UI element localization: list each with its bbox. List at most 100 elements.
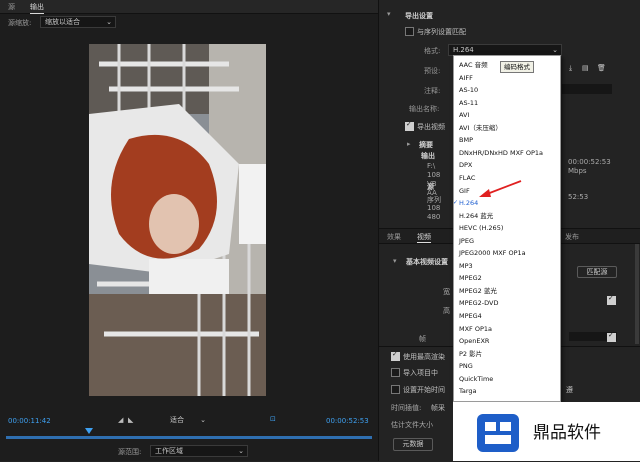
summary-toggle-icon[interactable]: ▸ bbox=[407, 140, 411, 148]
duration-timecode: 00:00:52:53 bbox=[326, 417, 369, 425]
source-scaling-select[interactable]: 缩放以适合 ⌄ bbox=[40, 16, 116, 28]
time-interpolation-label: 时间插值: bbox=[391, 404, 422, 412]
tab-effects[interactable]: 效果 bbox=[387, 232, 401, 242]
chevron-down-icon: ⌄ bbox=[552, 46, 558, 54]
mark-out-icon[interactable]: ◣ bbox=[128, 416, 133, 424]
chevron-down-icon: ⌄ bbox=[200, 416, 206, 424]
format-option[interactable]: JPEG2000 MXF OP1a bbox=[454, 247, 560, 260]
source-scaling-label: 源缩放: bbox=[8, 19, 32, 27]
output-line: F:\ bbox=[427, 162, 436, 170]
frame-rate-label: 帧 bbox=[419, 335, 426, 343]
max-render-checkbox[interactable] bbox=[391, 350, 400, 361]
match-source-button[interactable]: 匹配源 bbox=[577, 266, 617, 278]
collapse-icon[interactable]: ▾ bbox=[393, 257, 397, 265]
import-project-checkbox[interactable] bbox=[391, 368, 400, 377]
import-project-label: 导入项目中 bbox=[403, 369, 438, 377]
format-option[interactable]: AVI bbox=[454, 109, 560, 122]
source-range-label: 源范围: bbox=[118, 448, 142, 456]
tab-publish[interactable]: 发布 bbox=[565, 232, 579, 242]
summary-label: 摘要 bbox=[419, 141, 433, 149]
format-option[interactable]: MPEG4 bbox=[454, 310, 560, 323]
estimated-size-label: 估计文件大小 bbox=[391, 421, 433, 429]
source-line: 108 bbox=[427, 204, 441, 212]
tab-video[interactable]: 视频 bbox=[417, 232, 431, 243]
output-bitrate: Mbps bbox=[568, 167, 587, 175]
format-option[interactable]: PNG bbox=[454, 360, 560, 373]
import-preset-icon[interactable]: ▤ bbox=[582, 64, 589, 72]
format-value: H.264 bbox=[453, 46, 474, 54]
comments-label: 注释: bbox=[424, 87, 441, 95]
format-option[interactable]: MXF OP1a bbox=[454, 323, 560, 336]
width-label: 宽 bbox=[443, 288, 450, 296]
collapse-icon[interactable]: ▾ bbox=[387, 10, 391, 18]
format-option[interactable]: OpenEXR bbox=[454, 335, 560, 348]
time-interpolation-value[interactable]: 帧采 bbox=[431, 403, 445, 413]
tab-source[interactable]: 源 bbox=[8, 2, 15, 12]
fit-value: 适合 bbox=[170, 416, 184, 424]
logo-icon bbox=[477, 414, 519, 452]
frame-rate-checkbox[interactable] bbox=[607, 331, 616, 342]
fragment-label: 遵 bbox=[566, 386, 573, 394]
source-summary-label: 源 bbox=[427, 183, 434, 191]
preset-label: 预设: bbox=[424, 67, 441, 75]
source-output-panel: 源 输出 源缩放: 缩放以适合 ⌄ 00:00:11:42 ◢ ◣ 适合 ⌄ ⊡… bbox=[0, 0, 378, 461]
mark-in-icon[interactable]: ◢ bbox=[118, 416, 123, 424]
max-render-label: 使用最高渲染 bbox=[403, 353, 445, 361]
format-dropdown-list: AAC 音频 AIFF AS-10 AS-11 AVI AVI（未压缩） BMP DNxHR/… bbox=[453, 55, 561, 402]
tooltip: 编码格式 bbox=[500, 61, 534, 73]
fit-select[interactable]: 适合 ⌄ bbox=[165, 414, 209, 426]
height-label: 高 bbox=[443, 307, 450, 315]
export-video-checkbox[interactable] bbox=[405, 120, 414, 131]
format-option[interactable]: H.264 蓝光 bbox=[454, 210, 560, 223]
chevron-down-icon: ⌄ bbox=[238, 447, 244, 455]
scrollbar[interactable] bbox=[635, 244, 639, 344]
source-line: 480 bbox=[427, 213, 441, 221]
watermark-text: 鼎品软件 bbox=[533, 423, 601, 443]
lock-aspect-checkbox[interactable] bbox=[607, 294, 616, 305]
format-option[interactable]: MPEG2-DVD bbox=[454, 297, 560, 310]
chevron-down-icon: ⌄ bbox=[106, 18, 112, 26]
source-scaling-value: 缩放以适合 bbox=[45, 18, 80, 26]
format-option[interactable]: AS-10 bbox=[454, 84, 560, 97]
format-option[interactable]: MP3 bbox=[454, 260, 560, 273]
playhead-marker[interactable] bbox=[85, 428, 93, 434]
format-option[interactable]: DNxHR/DNxHD MXF OP1a bbox=[454, 147, 560, 160]
save-preset-icon[interactable]: ⤓ bbox=[569, 64, 572, 73]
format-option[interactable]: QuickTime bbox=[454, 373, 560, 386]
output-line: 108 bbox=[427, 171, 441, 179]
source-duration: 52:53 bbox=[568, 193, 589, 201]
comments-input[interactable] bbox=[562, 84, 612, 94]
scrubber-bar[interactable] bbox=[6, 436, 372, 439]
match-sequence-checkbox[interactable] bbox=[405, 27, 414, 36]
format-option[interactable]: AS-11 bbox=[454, 97, 560, 110]
format-option[interactable]: AVI（未压缩） bbox=[454, 122, 560, 135]
safe-margins-icon[interactable]: ⊡ bbox=[270, 415, 276, 423]
format-option[interactable]: BMP bbox=[454, 134, 560, 147]
export-video-label: 导出视频 bbox=[417, 123, 445, 131]
left-tab-bar: 源 输出 bbox=[0, 0, 378, 14]
start-timecode-checkbox[interactable] bbox=[391, 385, 400, 394]
output-duration: 00:00:52:53 bbox=[568, 158, 611, 166]
start-timecode-label: 设置开始时间 bbox=[403, 386, 445, 394]
format-label: 格式: bbox=[424, 47, 441, 55]
format-option[interactable]: P2 影片 bbox=[454, 348, 560, 361]
source-range-select[interactable]: 工作区域 ⌄ bbox=[150, 445, 248, 457]
format-option[interactable]: AIFF bbox=[454, 72, 560, 85]
output-summary-label: 输出 bbox=[421, 152, 435, 160]
format-option[interactable]: HEVC (H.265) bbox=[454, 222, 560, 235]
red-arrow-icon bbox=[479, 180, 522, 197]
format-option[interactable]: JPEG bbox=[454, 235, 560, 248]
format-option[interactable]: DPX bbox=[454, 159, 560, 172]
tab-output[interactable]: 输出 bbox=[30, 2, 44, 14]
export-settings-header: 导出设置 bbox=[405, 12, 433, 20]
current-timecode[interactable]: 00:00:11:42 bbox=[8, 417, 51, 425]
basic-video-header: 基本视频设置 bbox=[406, 258, 448, 266]
format-option[interactable]: MPEG2 蓝光 bbox=[454, 285, 560, 298]
source-range-value: 工作区域 bbox=[155, 447, 183, 455]
checkmark-icon: ✓ bbox=[453, 199, 459, 207]
format-option[interactable]: MPEG2 bbox=[454, 272, 560, 285]
match-sequence-label: 与序列设置匹配 bbox=[417, 28, 466, 36]
metadata-button[interactable]: 元数据 bbox=[393, 438, 433, 451]
format-option[interactable]: Targa bbox=[454, 385, 560, 398]
delete-preset-icon[interactable]: 🗑 bbox=[597, 64, 606, 72]
